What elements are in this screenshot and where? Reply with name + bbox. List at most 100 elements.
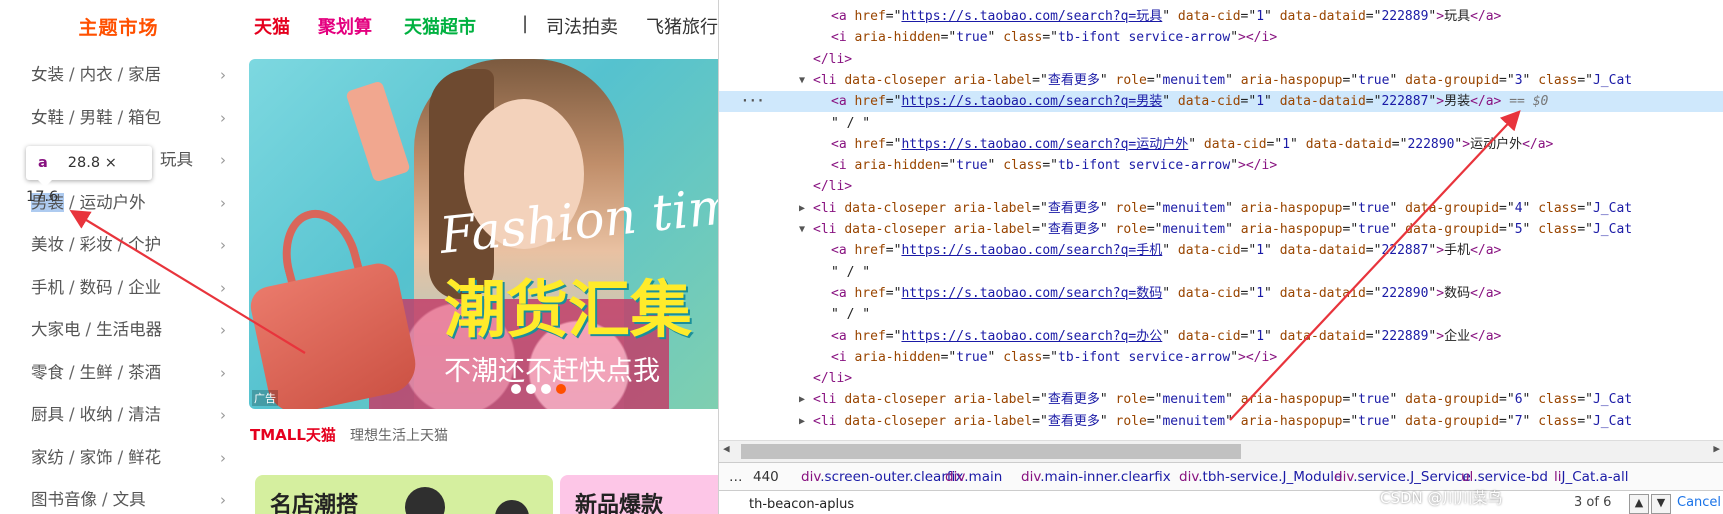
category-row[interactable]: 家纺 / 家饰 / 鲜花 ›	[31, 443, 226, 473]
category-link[interactable]: 男鞋	[80, 108, 113, 127]
collapse-triangle-icon[interactable]: ▶	[799, 389, 805, 410]
search-next-button[interactable]: ▼	[1651, 494, 1671, 514]
collapse-triangle-icon[interactable]: ▶	[799, 411, 805, 432]
category-row[interactable]: 厨具 / 收纳 / 清洁 ›	[31, 400, 226, 430]
category-link[interactable]: 大家电	[31, 320, 81, 339]
scroll-right-icon[interactable]: ▶	[1713, 442, 1720, 455]
dom-node[interactable]: </li>	[719, 368, 1723, 389]
scrollbar-thumb[interactable]	[741, 444, 1241, 459]
dom-node[interactable]: <a href="https://s.taobao.com/search?q=运…	[719, 134, 1723, 155]
href-link[interactable]: https://s.taobao.com/search?q=数码	[901, 286, 1162, 301]
category-link[interactable]: 美妆	[31, 235, 64, 254]
category-link[interactable]: 生鲜	[80, 363, 113, 382]
dom-node[interactable]: " / "	[719, 262, 1723, 283]
category-link[interactable]: 厨具	[31, 405, 64, 424]
category-link[interactable]: 图书音像	[31, 490, 97, 509]
category-link[interactable]: 彩妆	[80, 235, 113, 254]
search-prev-button[interactable]: ▲	[1629, 494, 1649, 514]
dom-node[interactable]: </li>	[719, 49, 1723, 70]
category-row[interactable]: 手机 / 数码 / 企业 ›	[31, 273, 226, 303]
breadcrumb-item[interactable]: liJ_Cat.a-all	[1554, 463, 1628, 491]
nav-fliggy[interactable]: 飞猪旅行	[646, 13, 718, 39]
carousel-dot[interactable]	[511, 384, 521, 394]
dom-node-markup: <a href="https://s.taobao.com/search?q=数…	[831, 283, 1501, 304]
category-link[interactable]: 零食	[31, 363, 64, 382]
tmall-logo[interactable]: TMALL天猫	[250, 424, 336, 445]
category-link[interactable]: 个护	[128, 235, 161, 254]
category-link[interactable]: 家居	[128, 65, 161, 84]
breadcrumb-item[interactable]: 440	[753, 463, 779, 491]
horizontal-scrollbar[interactable]: ◀ ▶	[719, 440, 1723, 463]
dom-node[interactable]: " / "	[719, 304, 1723, 325]
breadcrumb-item[interactable]: div.main	[945, 463, 1002, 491]
breadcrumb-item[interactable]: div.screen-outer.clearfix	[801, 463, 963, 491]
dom-node[interactable]: <i aria-hidden="true" class="tb-ifont se…	[719, 155, 1723, 176]
category-row[interactable]: 男装/运动户外›	[31, 188, 226, 218]
category-link[interactable]: 女装	[31, 65, 64, 84]
elements-tree[interactable]: <a href="https://s.taobao.com/search?q=玩…	[719, 0, 1723, 440]
dom-node[interactable]: ▼ <li data-closeper aria-label="查看更多" rol…	[719, 219, 1723, 240]
category-link[interactable]: 鲜花	[128, 448, 161, 467]
dom-node[interactable]: ▶ <li data-closeper aria-label="查看更多" rol…	[719, 198, 1723, 219]
breadcrumb-overflow-icon[interactable]: …	[729, 463, 743, 491]
category-row[interactable]: 女装 / 内衣 / 家居 ›	[31, 60, 226, 90]
href-link[interactable]: https://s.taobao.com/search?q=男装	[901, 94, 1162, 109]
carousel-dot[interactable]	[541, 384, 551, 394]
category-row[interactable]: 美妆 / 彩妆 / 个护 ›	[31, 230, 226, 260]
category-link[interactable]: 手机	[31, 278, 64, 297]
promo-banner[interactable]: Fashion time! 潮货汇集 不潮还不赶快点我 广告	[249, 59, 718, 409]
card-famous-store[interactable]: 名店潮搭	[255, 475, 553, 514]
dom-node[interactable]: </li>	[719, 176, 1723, 197]
dom-node[interactable]: ▶ <li data-closeper aria-label="查看更多" rol…	[719, 389, 1723, 410]
dom-node[interactable]: ▼ <li data-closeper aria-label="查看更多" rol…	[719, 70, 1723, 91]
category-row[interactable]: 玩具 ›	[160, 145, 226, 175]
category-link[interactable]: 清洁	[128, 405, 161, 424]
category-link[interactable]: 收纳	[80, 405, 113, 424]
category-link[interactable]: 女鞋	[31, 108, 64, 127]
category-link[interactable]: 运动户外	[80, 193, 146, 212]
category-row[interactable]: 大家电 / 生活电器 ›	[31, 315, 226, 345]
category-link[interactable]: 玩具	[160, 150, 193, 169]
dom-node[interactable]: <a href="https://s.taobao.com/search?q=玩…	[719, 6, 1723, 27]
card-new-hot[interactable]: 新品爆款	[560, 475, 718, 514]
category-link[interactable]: 企业	[128, 278, 161, 297]
nav-juhuasuan[interactable]: 聚划算	[318, 13, 372, 39]
category-link[interactable]: 茶酒	[128, 363, 161, 382]
category-link[interactable]: 内衣	[80, 65, 113, 84]
dom-node[interactable]: <a href="https://s.taobao.com/search?q=办…	[719, 326, 1723, 347]
href-link[interactable]: https://s.taobao.com/search?q=运动户外	[901, 137, 1188, 152]
carousel-dot[interactable]	[556, 384, 566, 394]
href-link[interactable]: https://s.taobao.com/search?q=手机	[901, 243, 1162, 258]
collapse-triangle-icon[interactable]: ▶	[799, 198, 805, 219]
category-row[interactable]: 图书音像 / 文具 ›	[31, 485, 226, 514]
breadcrumb-item[interactable]: div.tbh-service.J_Module	[1179, 463, 1342, 491]
dom-node[interactable]: <a href="https://s.taobao.com/search?q=数…	[719, 283, 1723, 304]
search-input[interactable]	[747, 494, 1171, 514]
dom-node[interactable]: <i aria-hidden="true" class="tb-ifont se…	[719, 27, 1723, 48]
expand-triangle-icon[interactable]: ▼	[799, 219, 805, 240]
carousel-dot[interactable]	[526, 384, 536, 394]
category-link[interactable]: 文具	[113, 490, 146, 509]
dom-node-selected[interactable]: ··· <a href="https://s.taobao.com/search?…	[719, 91, 1723, 113]
breadcrumb-item[interactable]: div.main-inner.clearfix	[1021, 463, 1171, 491]
category-link[interactable]: 家饰	[80, 448, 113, 467]
more-actions-icon[interactable]: ···	[741, 91, 764, 112]
category-link[interactable]: 家纺	[31, 448, 64, 467]
href-link[interactable]: https://s.taobao.com/search?q=办公	[901, 329, 1162, 344]
category-link[interactable]: 数码	[80, 278, 113, 297]
nav-tmall-supermarket[interactable]: 天猫超市	[404, 13, 476, 39]
dom-node[interactable]: <a href="https://s.taobao.com/search?q=手…	[719, 240, 1723, 261]
nav-tmall[interactable]: 天猫	[254, 13, 290, 39]
dom-node[interactable]: <i aria-hidden="true" class="tb-ifont se…	[719, 347, 1723, 368]
category-row[interactable]: 女鞋 / 男鞋 / 箱包 ›	[31, 103, 226, 133]
href-link[interactable]: https://s.taobao.com/search?q=玩具	[901, 9, 1162, 24]
nav-judicial-auction[interactable]: 司法拍卖	[546, 13, 618, 39]
category-row[interactable]: 零食 / 生鲜 / 茶酒 ›	[31, 358, 226, 388]
scroll-left-icon[interactable]: ◀	[723, 442, 730, 455]
dom-node[interactable]: ▶ <li data-closeper aria-label="查看更多" rol…	[719, 411, 1723, 432]
category-link[interactable]: 生活电器	[96, 320, 162, 339]
dom-node[interactable]: " / "	[719, 113, 1723, 134]
expand-triangle-icon[interactable]: ▼	[799, 70, 805, 91]
category-link[interactable]: 箱包	[128, 108, 161, 127]
search-cancel-button[interactable]: Cancel	[1677, 491, 1721, 514]
